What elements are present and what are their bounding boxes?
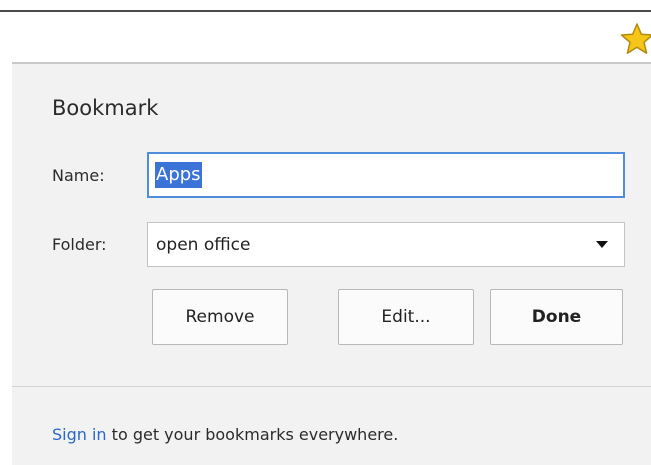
name-input[interactable]: Apps: [147, 152, 625, 198]
dialog-title: Bookmark: [52, 96, 159, 120]
star-icon[interactable]: [619, 22, 651, 56]
chevron-down-icon: [596, 241, 608, 248]
name-label: Name:: [52, 166, 105, 185]
signin-prompt: Sign in to get your bookmarks everywhere…: [52, 425, 398, 444]
folder-label: Folder:: [52, 235, 107, 254]
edit-button[interactable]: Edit...: [338, 289, 474, 345]
folder-select[interactable]: open office: [147, 222, 625, 267]
folder-select-value: open office: [156, 234, 251, 255]
remove-button[interactable]: Remove: [152, 289, 288, 345]
signin-text: to get your bookmarks everywhere.: [106, 425, 399, 444]
footer-divider: [12, 386, 651, 387]
signin-link[interactable]: Sign in: [52, 425, 107, 444]
name-input-value: Apps: [155, 162, 202, 188]
window-top-border: [0, 10, 651, 12]
done-button[interactable]: Done: [490, 289, 623, 345]
